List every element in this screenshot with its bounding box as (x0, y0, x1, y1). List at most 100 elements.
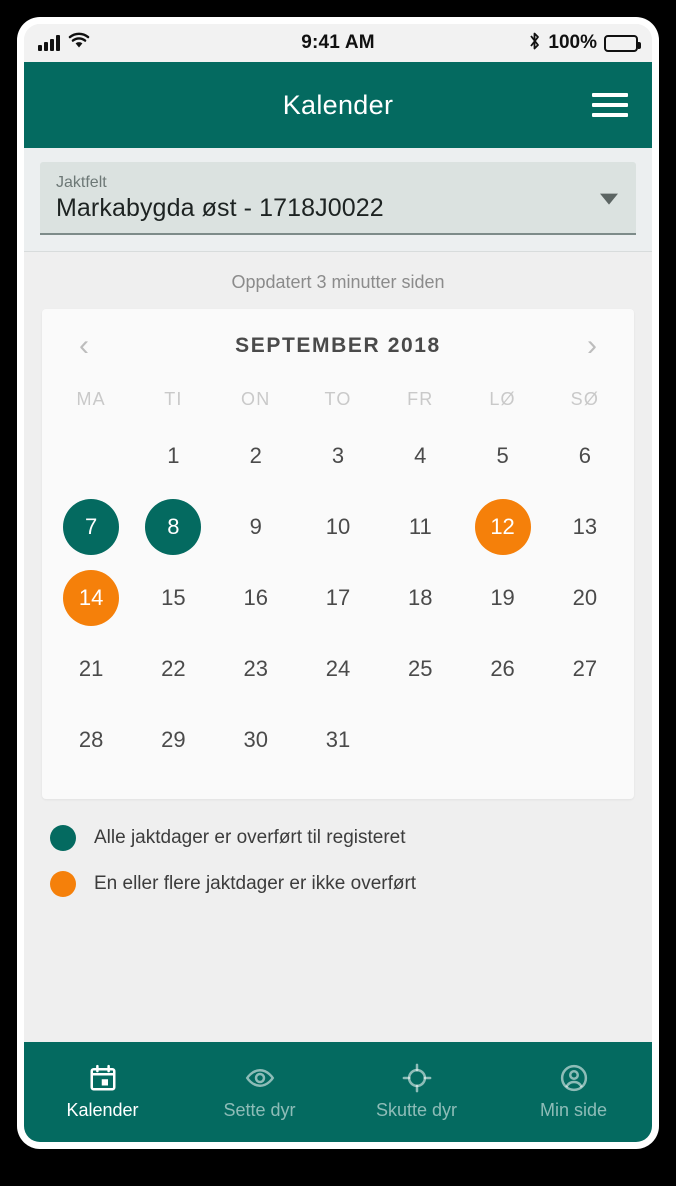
calendar-day-23[interactable]: 23 (228, 641, 284, 697)
calendar-day-17[interactable]: 17 (310, 570, 366, 626)
calendar-cell: 18 (379, 562, 461, 633)
chevron-left-icon[interactable]: ‹ (72, 331, 96, 361)
calendar-cell: 25 (379, 633, 461, 704)
calendar-day-19[interactable]: 19 (475, 570, 531, 626)
phone-frame: 9:41 AM 100% Kalender Jaktfelt Markabygd… (18, 18, 658, 1148)
calendar-cell: 29 (132, 704, 214, 775)
tab-sette-dyr[interactable]: Sette dyr (181, 1063, 338, 1121)
bottom-tab-bar: Kalender Sette dyr Skutte dyr Min side (24, 1042, 652, 1142)
calendar-cell: 10 (297, 491, 379, 562)
calendar-icon (88, 1063, 118, 1093)
legend-label: En eller flere jaktdager er ikke overfør… (94, 873, 417, 894)
calendar-cell: 9 (215, 491, 297, 562)
tab-kalender[interactable]: Kalender (24, 1063, 181, 1121)
calendar-day-22[interactable]: 22 (145, 641, 201, 697)
hunting-field-select[interactable]: Jaktfelt Markabygda øst - 1718J0022 (40, 162, 636, 235)
calendar-day-26[interactable]: 26 (475, 641, 531, 697)
tab-label: Skutte dyr (375, 1100, 458, 1120)
calendar-day-15[interactable]: 15 (145, 570, 201, 626)
app-screen: 9:41 AM 100% Kalender Jaktfelt Markabygd… (24, 24, 652, 1142)
calendar-day-30[interactable]: 30 (228, 712, 284, 768)
calendar-day-4[interactable]: 4 (392, 428, 448, 484)
calendar-day-5[interactable]: 5 (475, 428, 531, 484)
calendar-day-13[interactable]: 13 (557, 499, 613, 555)
legend-dot-icon (50, 825, 76, 851)
calendar-day-27[interactable]: 27 (557, 641, 613, 697)
calendar-day-8[interactable]: 8 (145, 498, 202, 555)
chevron-down-icon[interactable] (600, 193, 618, 205)
calendar-legend: Alle jaktdager er overført til registere… (42, 799, 634, 897)
calendar-day-10[interactable]: 10 (310, 499, 366, 555)
calendar-weekday-to: TO (324, 389, 352, 409)
calendar-month-title: SEPTEMBER 2018 (235, 334, 441, 357)
calendar-weekday-row: MA TI ON TO FR LØ SØ (50, 375, 626, 420)
calendar-weekday-sø: SØ (570, 389, 600, 409)
calendar-cell: 30 (215, 704, 297, 775)
calendar-card: ‹ SEPTEMBER 2018 › MA TI ON TO FR LØ SØ 123456… (42, 309, 634, 799)
tab-label: Sette dyr (223, 1100, 296, 1120)
calendar-day-18[interactable]: 18 (392, 570, 448, 626)
calendar-day-14[interactable]: 14 (63, 569, 120, 626)
tab-min-side[interactable]: Min side (495, 1063, 652, 1121)
status-bar: 9:41 AM 100% (24, 24, 652, 62)
hamburger-menu-icon[interactable] (592, 93, 628, 117)
calendar-day-3[interactable]: 3 (310, 428, 366, 484)
calendar-cell: 21 (50, 633, 132, 704)
hunting-field-selector-panel: Jaktfelt Markabygda øst - 1718J0022 (24, 148, 652, 252)
calendar-day-grid: 1 2 3 4 5 6 7 8 9 10 11 12 13 14 15 16 17 18 19 20 21 22 23 24 2… (50, 420, 626, 775)
battery-full-icon (604, 34, 641, 52)
status-bar-right: 100% (528, 31, 641, 56)
calendar-cell: 24 (297, 633, 379, 704)
last-updated-text: Oppdatert 3 minutter siden (231, 272, 445, 292)
calendar-cell: 8 (132, 491, 214, 562)
calendar-day-31[interactable]: 31 (310, 712, 366, 768)
calendar-cell: 14 (50, 562, 132, 633)
battery-percent-label: 100% (548, 32, 597, 53)
calendar-cell: 11 (379, 491, 461, 562)
app-bar: Kalender (24, 62, 652, 148)
calendar-weekday-lø: LØ (489, 389, 516, 409)
calendar-cell: 15 (132, 562, 214, 633)
calendar-cell: 6 (544, 420, 626, 491)
calendar-cell: 27 (544, 633, 626, 704)
calendar-day-12[interactable]: 12 (474, 498, 531, 555)
calendar-weekday-fr: FR (407, 389, 434, 409)
calendar-cell: 20 (544, 562, 626, 633)
calendar-cell: 12 (461, 491, 543, 562)
person-icon (559, 1063, 589, 1093)
calendar-cell: 5 (461, 420, 543, 491)
calendar-day-1[interactable]: 1 (145, 428, 201, 484)
calendar-weekday-ti: TI (164, 389, 183, 409)
calendar-cell: 31 (297, 704, 379, 775)
legend-row: Alle jaktdager er overført til registere… (50, 825, 626, 851)
calendar-day-9[interactable]: 9 (228, 499, 284, 555)
calendar-day-25[interactable]: 25 (392, 641, 448, 697)
calendar-day-21[interactable]: 21 (63, 641, 119, 697)
tab-skutte-dyr[interactable]: Skutte dyr (338, 1063, 495, 1121)
tab-label: Kalender (66, 1100, 139, 1120)
calendar-header: ‹ SEPTEMBER 2018 › (50, 325, 626, 375)
calendar-day-24[interactable]: 24 (310, 641, 366, 697)
calendar-cell: 1 (132, 420, 214, 491)
calendar-day-20[interactable]: 20 (557, 570, 613, 626)
calendar-day-6[interactable]: 6 (557, 428, 613, 484)
calendar-day-7[interactable]: 7 (63, 498, 120, 555)
page-title: Kalender (282, 89, 394, 120)
calendar-weekday-on: ON (241, 389, 271, 409)
calendar-cell: 19 (461, 562, 543, 633)
chevron-right-icon[interactable]: › (580, 331, 604, 361)
calendar-day-2[interactable]: 2 (228, 428, 284, 484)
calendar-cell: 13 (544, 491, 626, 562)
bluetooth-icon (528, 31, 541, 56)
calendar-day-28[interactable]: 28 (63, 712, 119, 768)
calendar-day-16[interactable]: 16 (228, 570, 284, 626)
calendar-day-11[interactable]: 11 (392, 499, 448, 555)
tab-label: Min side (539, 1100, 608, 1120)
calendar-cell: 17 (297, 562, 379, 633)
calendar-cell-empty (50, 420, 132, 491)
phone-bezel: 9:41 AM 100% Kalender Jaktfelt Markabygd… (0, 0, 676, 1186)
legend-row: En eller flere jaktdager er ikke overfør… (50, 871, 626, 897)
calendar-cell: 7 (50, 491, 132, 562)
calendar-day-29[interactable]: 29 (145, 712, 201, 768)
calendar-cell: 28 (50, 704, 132, 775)
